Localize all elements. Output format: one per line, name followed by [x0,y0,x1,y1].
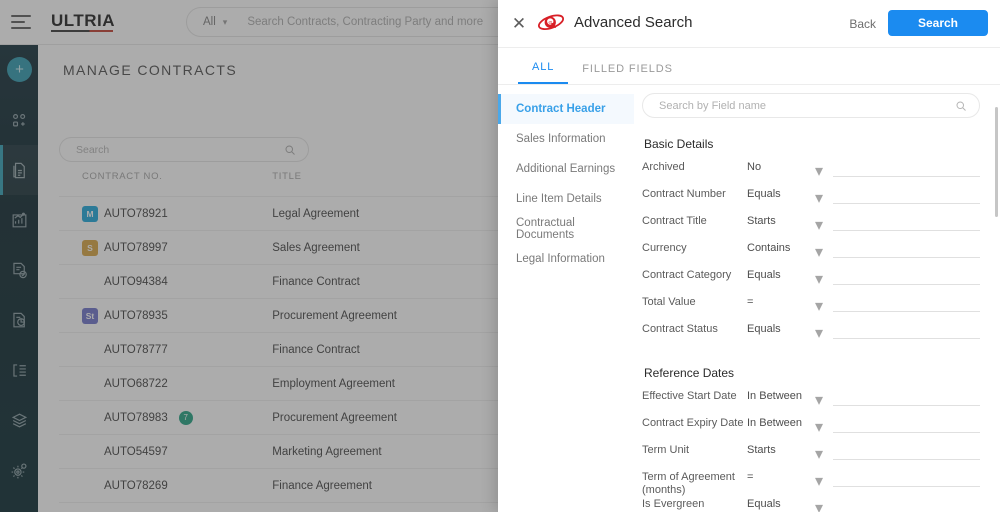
field-value-input[interactable] [833,293,980,312]
nav-item-line-item-details[interactable]: Line Item Details [498,184,634,214]
field-operator[interactable]: Equals [747,495,815,510]
field-label: Contract Number [642,188,726,200]
panel-title: Advanced Search [574,14,693,31]
nav-item-contractual-documents[interactable]: Contractual Documents [498,214,634,244]
chevron-down-icon[interactable]: ▾ [815,320,833,343]
field-operator[interactable]: = [747,468,815,483]
field-row-term-of-agreement-months: Term of Agreement (months) = ▾ [642,468,980,496]
field-label: Term Unit [642,444,690,456]
field-operator[interactable]: In Between [747,387,815,402]
field-label: Effective Start Date [642,390,737,402]
field-label: Is Evergreen [642,498,705,510]
chevron-down-icon[interactable]: ▾ [815,414,833,437]
field-label: Currency [642,242,687,254]
field-name-search-input[interactable]: Search by Field name [642,93,980,118]
panel-header: ✕ @ Advanced Search Back Search [498,0,1000,48]
nav-item-contract-header[interactable]: Contract Header [498,94,634,124]
field-value-input[interactable] [833,185,980,204]
field-search-placeholder: Search by Field name [659,99,766,112]
advanced-search-panel: ✕ @ Advanced Search Back Search ALL FILLE… [498,0,1000,512]
field-value-input[interactable] [833,212,980,231]
back-link[interactable]: Back [849,17,876,31]
tab-all[interactable]: ALL [518,61,569,84]
field-label: Contract Title [642,215,707,227]
field-operator[interactable]: Starts [747,441,815,456]
chevron-down-icon[interactable]: ▾ [815,266,833,289]
nav-item-sales-information[interactable]: Sales Information [498,124,634,154]
field-row-archived: Archived No ▾ [642,158,980,185]
svg-text:@: @ [548,19,552,24]
field-row-total-value: Total Value = ▾ [642,293,980,320]
panel-body: Contract Header Sales Information Addition… [498,85,1000,512]
field-operator[interactable]: Contains [747,239,815,254]
field-label: Term of Agreement (months) [642,471,735,496]
field-label: Contract Category [642,269,732,281]
field-value-input[interactable] [833,441,980,460]
field-row-contract-title: Contract Title Starts ▾ [642,212,980,239]
chevron-down-icon[interactable]: ▾ [815,387,833,410]
field-operator[interactable]: Equals [747,185,815,200]
field-value-input[interactable] [833,266,980,285]
nav-item-legal-information[interactable]: Legal Information [498,244,634,274]
chevron-down-icon[interactable]: ▾ [815,239,833,262]
field-operator[interactable]: No [747,158,815,173]
field-value-input[interactable] [833,387,980,406]
chevron-down-icon[interactable]: ▾ [815,441,833,464]
advanced-search-logo-icon: @ [537,14,565,31]
field-row-term-unit: Term Unit Starts ▾ [642,441,980,468]
field-value-input[interactable] [833,495,980,512]
panel-fields-column: Search by Field name Basic Details Archiv… [634,85,1000,512]
field-row-contract-expiry-date: Contract Expiry Date In Between ▾ [642,414,980,441]
field-operator[interactable]: Starts [747,212,815,227]
field-row-currency: Currency Contains ▾ [642,239,980,266]
chevron-down-icon[interactable]: ▾ [815,185,833,208]
section-title: Reference Dates [644,366,735,380]
field-row-contract-status: Contract Status Equals ▾ [642,320,980,347]
close-icon[interactable]: ✕ [508,13,530,35]
field-operator[interactable]: Equals [747,266,815,281]
field-value-input[interactable] [833,158,980,177]
search-icon[interactable] [955,100,967,112]
panel-tabs: ALL FILLED FIELDS [498,48,1000,85]
field-value-input[interactable] [833,414,980,433]
field-row-contract-number: Contract Number Equals ▾ [642,185,980,212]
panel-section-nav: Contract Header Sales Information Addition… [498,85,634,512]
section-title: Basic Details [644,137,714,151]
field-row-contract-category: Contract Category Equals ▾ [642,266,980,293]
field-operator[interactable]: Equals [747,320,815,335]
field-value-input[interactable] [833,320,980,339]
field-label: Archived [642,161,685,173]
chevron-down-icon[interactable]: ▾ [815,158,833,181]
field-value-input[interactable] [833,239,980,258]
field-operator[interactable]: In Between [747,414,815,429]
field-label: Contract Expiry Date [642,417,744,429]
field-row-is-evergreen: Is Evergreen Equals ▾ [642,495,980,512]
chevron-down-icon[interactable]: ▾ [815,495,833,512]
chevron-down-icon[interactable]: ▾ [815,293,833,316]
field-operator[interactable]: = [747,293,815,308]
panel-scrollbar-thumb[interactable] [995,107,998,217]
field-label: Total Value [642,296,696,308]
chevron-down-icon[interactable]: ▾ [815,468,833,491]
tab-filled-fields[interactable]: FILLED FIELDS [568,63,687,84]
field-value-input[interactable] [833,468,980,487]
field-row-effective-start-date: Effective Start Date In Between ▾ [642,387,980,414]
field-label: Contract Status [642,323,718,335]
chevron-down-icon[interactable]: ▾ [815,212,833,235]
nav-item-additional-earnings[interactable]: Additional Earnings [498,154,634,184]
search-button[interactable]: Search [888,10,988,36]
